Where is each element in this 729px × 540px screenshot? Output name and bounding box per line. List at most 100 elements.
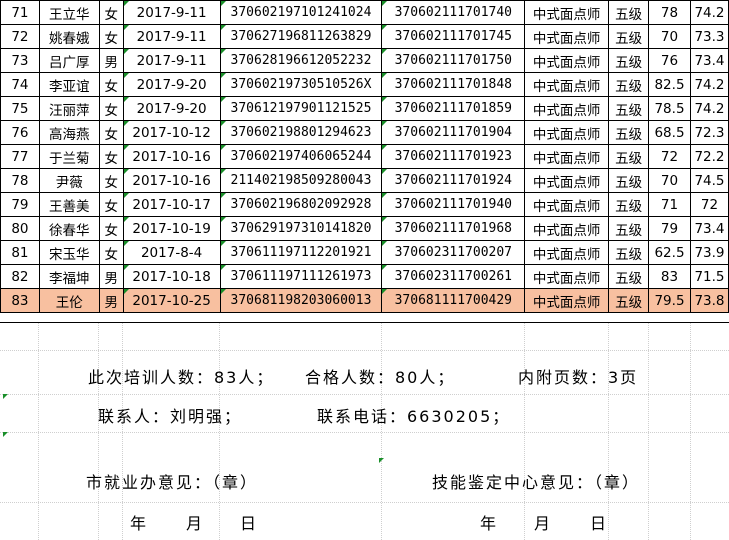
cell-job[interactable]: 中式面点师 bbox=[524, 120, 610, 145]
cell-score[interactable]: 78 bbox=[648, 0, 691, 25]
cell-cert[interactable]: 370602111701940 bbox=[381, 192, 526, 217]
cell-level[interactable]: 五级 bbox=[608, 216, 650, 241]
cell-sex[interactable]: 女 bbox=[98, 120, 124, 145]
cell-total[interactable]: 72.3 bbox=[689, 120, 729, 145]
cell-id[interactable]: 370611197111261973 bbox=[219, 264, 383, 289]
cell-total[interactable]: 73.4 bbox=[689, 216, 729, 241]
cell-level[interactable]: 五级 bbox=[608, 72, 650, 97]
cell-total[interactable]: 71.5 bbox=[689, 264, 729, 289]
cell-sex[interactable]: 女 bbox=[98, 24, 124, 49]
cell-sex[interactable]: 女 bbox=[98, 240, 124, 265]
cell-level[interactable]: 五级 bbox=[608, 0, 650, 25]
cell-sex[interactable]: 女 bbox=[98, 168, 124, 193]
cell-no[interactable]: 80 bbox=[0, 216, 40, 241]
cell-sex[interactable]: 女 bbox=[98, 96, 124, 121]
cell-date[interactable]: 2017-10-17 bbox=[122, 192, 221, 217]
cell-level[interactable]: 五级 bbox=[608, 48, 650, 73]
cell-cert[interactable]: 370602111701859 bbox=[381, 96, 526, 121]
cell-job[interactable]: 中式面点师 bbox=[524, 144, 610, 169]
cell-date[interactable]: 2017-9-11 bbox=[122, 24, 221, 49]
cell-score[interactable]: 71 bbox=[648, 192, 691, 217]
cell-date[interactable]: 2017-10-16 bbox=[122, 144, 221, 169]
cell-date[interactable]: 2017-10-25 bbox=[122, 288, 221, 313]
cell-score[interactable]: 62.5 bbox=[648, 240, 691, 265]
cell-name[interactable]: 李福坤 bbox=[38, 264, 100, 289]
cell-name[interactable]: 王善美 bbox=[38, 192, 100, 217]
cell-score[interactable]: 82.5 bbox=[648, 72, 691, 97]
cell-name[interactable]: 宋玉华 bbox=[38, 240, 100, 265]
cell-no[interactable]: 75 bbox=[0, 96, 40, 121]
cell-name[interactable]: 徐春华 bbox=[38, 216, 100, 241]
cell-date[interactable]: 2017-10-12 bbox=[122, 120, 221, 145]
cell-score[interactable]: 68.5 bbox=[648, 120, 691, 145]
cell-score[interactable]: 79 bbox=[648, 216, 691, 241]
cell-score[interactable]: 78.5 bbox=[648, 96, 691, 121]
cell-name[interactable]: 尹薇 bbox=[38, 168, 100, 193]
cell-total[interactable]: 74.5 bbox=[689, 168, 729, 193]
cell-job[interactable]: 中式面点师 bbox=[524, 0, 610, 25]
cell-job[interactable]: 中式面点师 bbox=[524, 264, 610, 289]
cell-cert[interactable]: 370602111701740 bbox=[381, 0, 526, 25]
cell-level[interactable]: 五级 bbox=[608, 264, 650, 289]
cell-id[interactable]: 370602196802092928 bbox=[219, 192, 383, 217]
cell-job[interactable]: 中式面点师 bbox=[524, 24, 610, 49]
cell-no[interactable]: 72 bbox=[0, 24, 40, 49]
cell-date[interactable]: 2017-10-16 bbox=[122, 168, 221, 193]
cell-level[interactable]: 五级 bbox=[608, 288, 650, 313]
cell-cert[interactable]: 370602111701750 bbox=[381, 48, 526, 73]
cell-job[interactable]: 中式面点师 bbox=[524, 72, 610, 97]
cell-score[interactable]: 70 bbox=[648, 168, 691, 193]
cell-job[interactable]: 中式面点师 bbox=[524, 240, 610, 265]
cell-name[interactable]: 高海燕 bbox=[38, 120, 100, 145]
cell-date[interactable]: 2017-10-19 bbox=[122, 216, 221, 241]
cell-cert[interactable]: 370602111701968 bbox=[381, 216, 526, 241]
cell-total[interactable]: 72 bbox=[689, 192, 729, 217]
cell-name[interactable]: 姚春娥 bbox=[38, 24, 100, 49]
cell-no[interactable]: 73 bbox=[0, 48, 40, 73]
cell-sex[interactable]: 男 bbox=[98, 288, 124, 313]
cell-name[interactable]: 于兰菊 bbox=[38, 144, 100, 169]
cell-id[interactable]: 37060219730510526X bbox=[219, 72, 383, 97]
cell-score[interactable]: 76 bbox=[648, 48, 691, 73]
cell-id[interactable]: 370602197101241024 bbox=[219, 0, 383, 25]
cell-sex[interactable]: 女 bbox=[98, 72, 124, 97]
cell-total[interactable]: 74.2 bbox=[689, 72, 729, 97]
cell-name[interactable]: 汪丽萍 bbox=[38, 96, 100, 121]
cell-id[interactable]: 370628196612052232 bbox=[219, 48, 383, 73]
cell-date[interactable]: 2017-10-18 bbox=[122, 264, 221, 289]
cell-sex[interactable]: 女 bbox=[98, 0, 124, 25]
cell-level[interactable]: 五级 bbox=[608, 144, 650, 169]
cell-cert[interactable]: 370602111701924 bbox=[381, 168, 526, 193]
cell-sex[interactable]: 男 bbox=[98, 264, 124, 289]
cell-date[interactable]: 2017-8-4 bbox=[122, 240, 221, 265]
cell-sex[interactable]: 女 bbox=[98, 144, 124, 169]
cell-level[interactable]: 五级 bbox=[608, 96, 650, 121]
cell-id[interactable]: 370611197112201921 bbox=[219, 240, 383, 265]
cell-id[interactable]: 370602197406065244 bbox=[219, 144, 383, 169]
cell-cert[interactable]: 370602311700207 bbox=[381, 240, 526, 265]
cell-date[interactable]: 2017-9-20 bbox=[122, 72, 221, 97]
cell-cert[interactable]: 370681111700429 bbox=[381, 288, 526, 313]
cell-no[interactable]: 78 bbox=[0, 168, 40, 193]
cell-sex[interactable]: 女 bbox=[98, 216, 124, 241]
cell-no[interactable]: 83 bbox=[0, 288, 40, 313]
cell-score[interactable]: 72 bbox=[648, 144, 691, 169]
cell-id[interactable]: 370612197901121525 bbox=[219, 96, 383, 121]
cell-no[interactable]: 79 bbox=[0, 192, 40, 217]
cell-score[interactable]: 83 bbox=[648, 264, 691, 289]
cell-sex[interactable]: 男 bbox=[98, 48, 124, 73]
cell-date[interactable]: 2017-9-20 bbox=[122, 96, 221, 121]
cell-job[interactable]: 中式面点师 bbox=[524, 48, 610, 73]
cell-date[interactable]: 2017-9-11 bbox=[122, 0, 221, 25]
cell-name[interactable]: 吕广厚 bbox=[38, 48, 100, 73]
cell-date[interactable]: 2017-9-11 bbox=[122, 48, 221, 73]
cell-score[interactable]: 79.5 bbox=[648, 288, 691, 313]
cell-job[interactable]: 中式面点师 bbox=[524, 96, 610, 121]
cell-cert[interactable]: 370602111701745 bbox=[381, 24, 526, 49]
cell-id[interactable]: 370629197310141820 bbox=[219, 216, 383, 241]
cell-no[interactable]: 82 bbox=[0, 264, 40, 289]
cell-job[interactable]: 中式面点师 bbox=[524, 216, 610, 241]
cell-no[interactable]: 71 bbox=[0, 0, 40, 25]
cell-total[interactable]: 73.3 bbox=[689, 24, 729, 49]
cell-no[interactable]: 81 bbox=[0, 240, 40, 265]
